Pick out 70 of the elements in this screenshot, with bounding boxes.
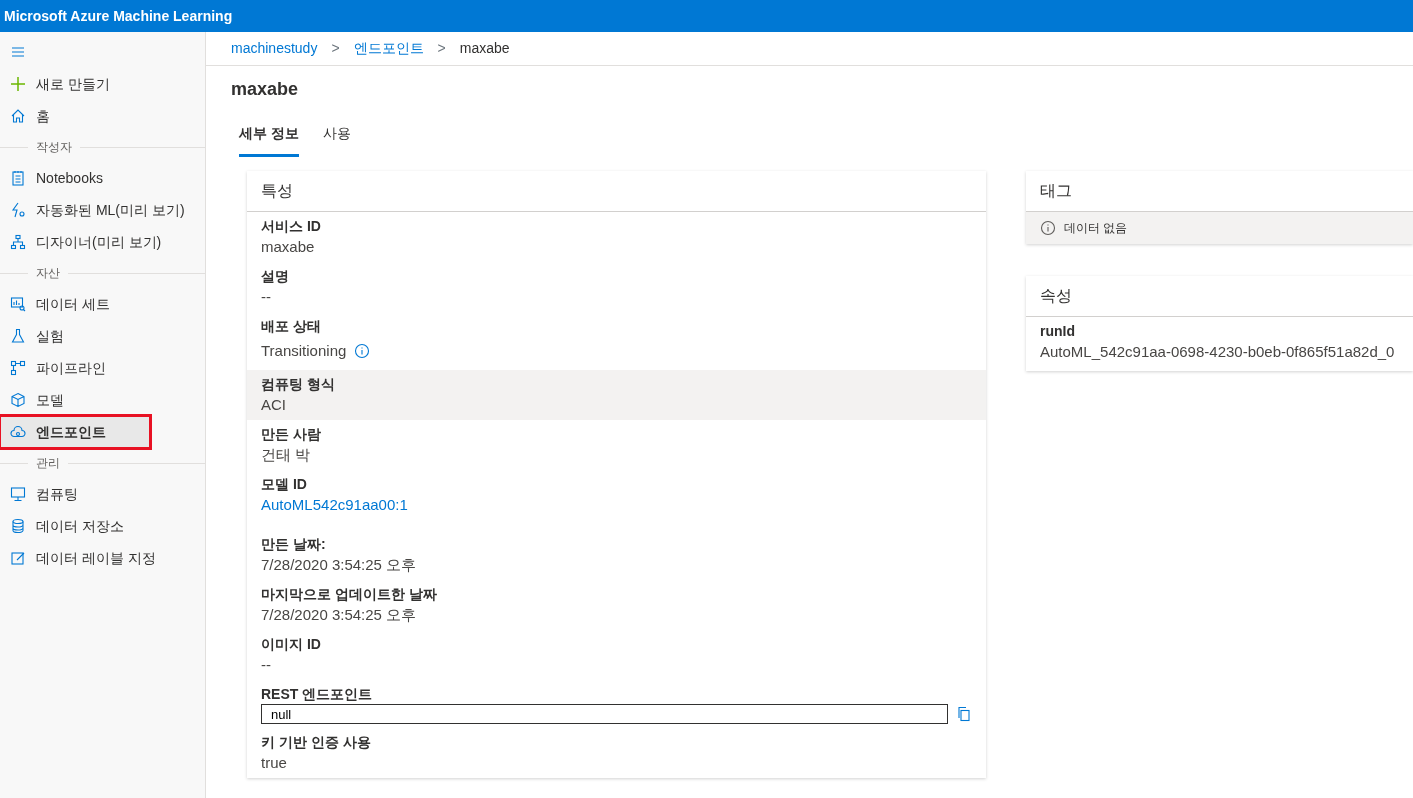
hierarchy-icon <box>10 234 26 250</box>
nav-item[interactable]: 컴퓨팅 <box>0 478 205 510</box>
field-label: runId <box>1040 322 1076 341</box>
page-title: maxabe <box>231 78 300 101</box>
flask-icon <box>10 328 26 344</box>
card-title: 속성 <box>1026 276 1413 317</box>
info-icon <box>1040 220 1056 236</box>
tab[interactable]: 사용 <box>322 123 351 157</box>
field-label: 배포 상태 <box>261 317 322 336</box>
lightning-gear-icon <box>10 202 26 218</box>
field-label: 서비스 ID <box>261 217 322 236</box>
notebook-icon <box>10 170 26 186</box>
nav-item[interactable]: 엔드포인트 <box>0 416 150 448</box>
nav-item[interactable]: 데이터 저장소 <box>0 510 205 542</box>
model-link[interactable]: AutoML542c91aa00:1 <box>261 496 408 513</box>
field-label: 만든 날짜: <box>261 535 327 554</box>
menu-icon <box>10 44 26 60</box>
app-title: Microsoft Azure Machine Learning <box>4 6 233 26</box>
field-value: AutoML_542c91aa-0698-4230-b0eb-0f865f51a82d_0 <box>1040 342 1396 362</box>
copy-icon <box>956 706 972 722</box>
field-value: -- <box>261 655 272 675</box>
monitor-icon <box>10 486 26 502</box>
tab[interactable]: 세부 정보 <box>239 123 299 157</box>
breadcrumb-link[interactable]: machinestudy <box>231 38 318 59</box>
field-value: Transitioning <box>261 341 347 361</box>
section-label: 관리 <box>36 455 60 472</box>
plus-icon <box>10 76 26 92</box>
field-value: 7/28/2020 3:54:25 오후 <box>261 605 418 625</box>
nav-item[interactable]: 데이터 레이블 지정 <box>0 542 205 574</box>
nav-item[interactable]: Notebooks <box>0 162 205 194</box>
field-value: 건태 박 <box>261 445 312 465</box>
nav-item[interactable]: 자동화된 ML(미리 보기) <box>0 194 205 226</box>
nav-item[interactable]: 모델 <box>0 384 205 416</box>
copy-button[interactable] <box>956 706 972 722</box>
field-value: -- <box>261 287 272 307</box>
pencil-square-icon <box>10 550 26 566</box>
field-label: 설명 <box>261 267 290 286</box>
nav-item[interactable]: 데이터 세트 <box>0 288 205 320</box>
input-field[interactable]: null <box>261 704 948 724</box>
info-icon <box>354 343 371 359</box>
nav-item[interactable]: 홈 <box>0 100 205 132</box>
cube-icon <box>10 392 26 408</box>
section-label: 작성자 <box>36 139 72 156</box>
field-value: ACI <box>261 395 287 415</box>
field-label: 이미지 ID <box>261 635 322 654</box>
empty-message: 데이터 없음 <box>1064 220 1128 237</box>
field-label: 모델 ID <box>261 475 308 494</box>
field-label: 만든 사람 <box>261 425 322 444</box>
chart-magnifier-icon <box>10 296 26 312</box>
field-label: 키 기반 인증 사용 <box>261 733 372 752</box>
field-label: REST 엔드포인트 <box>261 685 374 704</box>
database-icon <box>10 518 26 534</box>
field-label: 마지막으로 업데이트한 날짜 <box>261 585 438 604</box>
home-icon <box>10 108 26 124</box>
field-value: true <box>261 753 288 773</box>
separator-text: > <box>437 39 446 58</box>
breadcrumb-link[interactable]: 엔드포인트 <box>353 38 424 59</box>
cloud-icon <box>10 424 26 440</box>
section-label: 자산 <box>36 265 60 282</box>
pipeline-icon <box>10 360 26 376</box>
separator-text: > <box>331 39 340 58</box>
field-value: 7/28/2020 3:54:25 오후 <box>261 555 418 575</box>
nav-item[interactable]: 디자이너(미리 보기) <box>0 226 205 258</box>
nav-item[interactable]: 파이프라인 <box>0 352 205 384</box>
field-label: 컴퓨팅 형식 <box>261 375 336 394</box>
field-value: maxabe <box>261 237 316 257</box>
nav-item[interactable]: 새로 만들기 <box>0 68 205 100</box>
nav-item[interactable]: 실험 <box>0 320 205 352</box>
breadcrumb-current: maxabe <box>459 39 510 58</box>
card-title: 특성 <box>247 171 986 212</box>
